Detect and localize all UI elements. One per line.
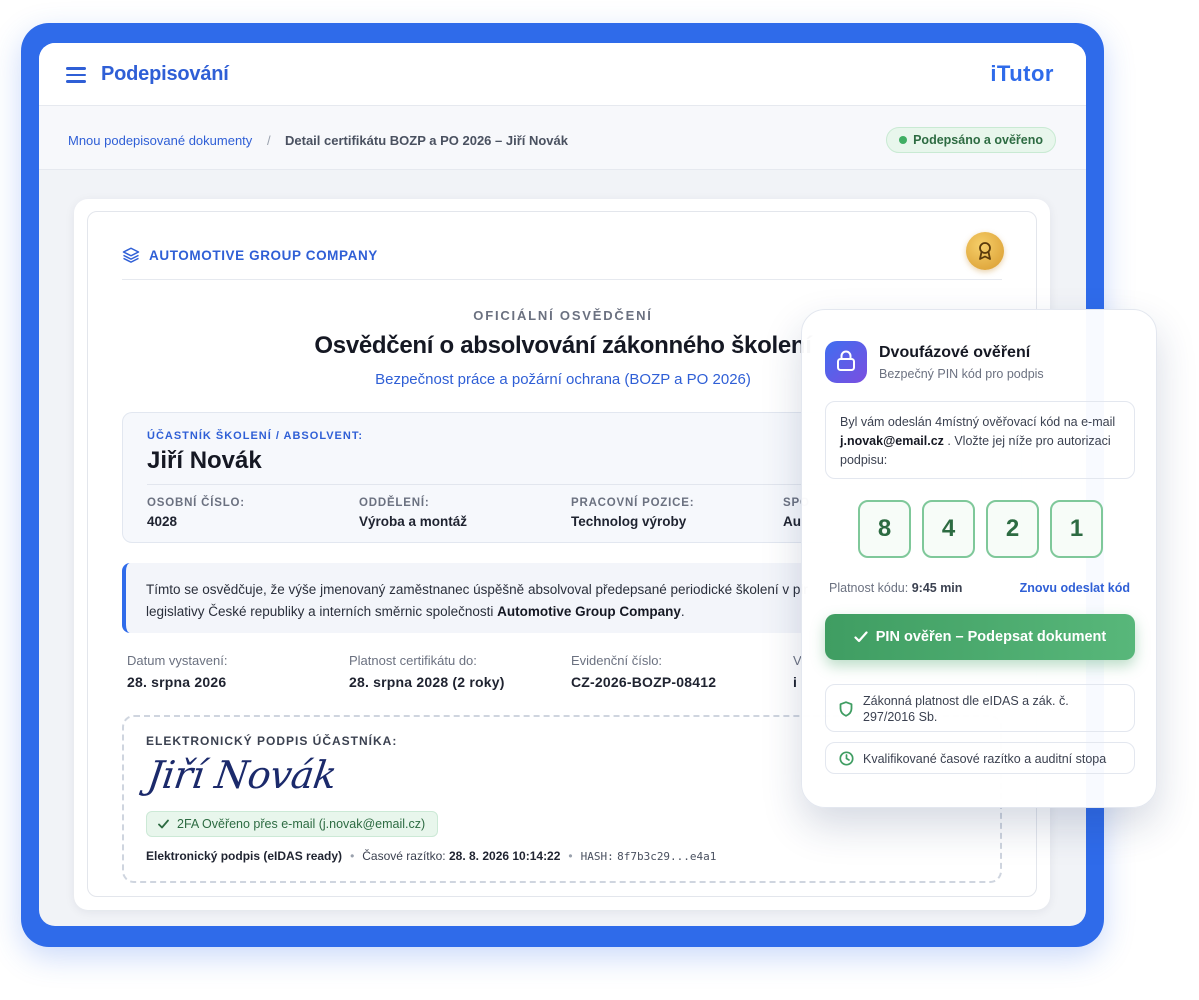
- lock-icon: [825, 341, 867, 383]
- layers-icon: [122, 247, 140, 263]
- breadcrumb-current: Detail certifikátu BOZP a PO 2026 – Jiří…: [285, 133, 568, 148]
- participant-label: ÚČASTNÍK ŠKOLENÍ / ABSOLVENT:: [147, 430, 364, 442]
- message-email: j.novak@email.cz: [840, 434, 944, 448]
- breadcrumb-parent-link[interactable]: Mnou podepisované dokumenty: [68, 133, 252, 148]
- validity-date-field: Platnost certifikátu do: 28. srpna 2028 …: [349, 653, 505, 690]
- statement-company: Automotive Group Company: [497, 604, 681, 619]
- signature-verified-label: 2FA Ověřeno přes e-mail (j.novak@email.c…: [177, 817, 426, 831]
- timestamp-label: Časové razítko:: [362, 849, 446, 863]
- statement-line-2: legislativy České republiky a interních …: [146, 604, 498, 619]
- company-header: AUTOMOTIVE GROUP COMPANY: [122, 242, 1002, 280]
- resend-code-link[interactable]: Znovu odeslat kód: [1020, 581, 1130, 595]
- pin-digit-1[interactable]: 8: [858, 500, 911, 558]
- app-title: Podepisování: [101, 63, 229, 85]
- check-icon: [158, 819, 169, 829]
- pin-digit-2[interactable]: 4: [922, 500, 975, 558]
- statement-line-1: Tímto se osvědčuje, že výše jmenovaný za…: [146, 582, 808, 597]
- status-badge-label: Podepsáno a ověřeno: [913, 133, 1043, 147]
- legal-validity-card: Zákonná platnost dle eIDAS a zák. č. 297…: [825, 684, 1135, 732]
- message-text-1: Byl vám odeslán 4místný ověřovací kód na…: [840, 415, 1116, 429]
- award-medal-icon: [966, 232, 1004, 270]
- sign-document-button[interactable]: PIN ověřen – Podepsat dokument: [825, 614, 1135, 660]
- meta-value: CZ-2026-BOZP-08412: [571, 674, 717, 690]
- company-name: AUTOMOTIVE GROUP COMPANY: [149, 248, 378, 263]
- shield-icon: [839, 701, 853, 717]
- issue-date-field: Datum vystavení: 28. srpna 2026: [127, 653, 227, 690]
- field-label: OSOBNÍ ČÍSLO:: [147, 497, 245, 509]
- check-icon: [854, 631, 868, 643]
- field-value: Výroba a montáž: [359, 514, 468, 529]
- two-factor-subtitle: Bezpečný PIN kód pro podpis: [879, 367, 1044, 381]
- clock-icon: [839, 751, 854, 766]
- field-label: ODDĚLENÍ:: [359, 497, 430, 509]
- sign-document-label: PIN ověřen – Podepsat dokument: [875, 629, 1107, 645]
- meta-label: Platnost certifikátu do:: [349, 653, 477, 668]
- meta-value: 28. srpna 2028 (2 roky): [349, 674, 505, 690]
- validity-value: 9:45 min: [911, 581, 963, 595]
- position-field: PRACOVNÍ POZICE: Technolog výroby: [571, 497, 694, 529]
- signature-meta: Elektronický podpis (eIDAS ready) • Časové…: [146, 849, 717, 863]
- two-factor-title: Dvoufázové ověření: [879, 344, 1031, 361]
- status-badge: Podepsáno a ověřeno: [886, 127, 1056, 153]
- top-bar: Podepisování iTutor: [39, 43, 1086, 106]
- signature-label: ELEKTRONICKÝ PODPIS ÚČASTNÍKA:: [146, 734, 398, 748]
- field-value: 4028: [147, 514, 178, 529]
- brand-logo[interactable]: iTutor: [990, 61, 1054, 87]
- pin-digit-3[interactable]: 2: [986, 500, 1039, 558]
- field-value: Technolog výroby: [571, 514, 687, 529]
- signature-verified-badge: 2FA Ověřeno přes e-mail (j.novak@email.c…: [146, 811, 439, 837]
- status-dot: [899, 136, 908, 144]
- breadcrumb-separator: /: [267, 133, 271, 148]
- timestamp-card: Kvalifikované časové razítko a auditní s…: [825, 742, 1135, 774]
- participant-name: Jiří Novák: [147, 447, 262, 474]
- department-field: ODDĚLENÍ: Výroba a montáž: [359, 497, 467, 529]
- employee-number-field: OSOBNÍ ČÍSLO: 4028: [147, 497, 245, 529]
- meta-value: 28. srpna 2026: [127, 674, 227, 690]
- meta-label: Datum vystavení:: [127, 653, 228, 668]
- two-factor-panel: Dvoufázové ověření Bezpečný PIN kód pro …: [801, 309, 1157, 808]
- meta-label: Evidenční číslo:: [571, 653, 663, 668]
- validity-label: Platnost kódu:: [829, 581, 912, 595]
- hash-label: HASH:: [580, 850, 614, 863]
- statement-end: .: [680, 604, 685, 619]
- signature-type: Elektronický podpis (eIDAS ready): [146, 849, 343, 863]
- timestamp-text: Kvalifikované časové razítko a auditní s…: [863, 752, 1107, 766]
- handwritten-signature: Jiří Novák: [144, 753, 340, 797]
- pin-digit-4[interactable]: 1: [1050, 500, 1103, 558]
- two-factor-message: Byl vám odeslán 4místný ověřovací kód na…: [825, 401, 1135, 479]
- code-validity: Platnost kódu: 9:45 min: [829, 581, 962, 595]
- registration-number-field: Evidenční číslo: CZ-2026-BOZP-08412: [571, 653, 716, 690]
- timestamp-value: 28. 8. 2026 10:14:22: [448, 849, 561, 863]
- field-label: PRACOVNÍ POZICE:: [571, 497, 695, 509]
- hamburger-menu-icon[interactable]: [66, 67, 86, 83]
- breadcrumb: Mnou podepisované dokumenty / Detail cer…: [39, 106, 1086, 170]
- legal-validity-text: Zákonná platnost dle eIDAS a zák. č. 297…: [863, 694, 1069, 724]
- hash-value: 8f7b3c29...e4a1: [617, 850, 717, 863]
